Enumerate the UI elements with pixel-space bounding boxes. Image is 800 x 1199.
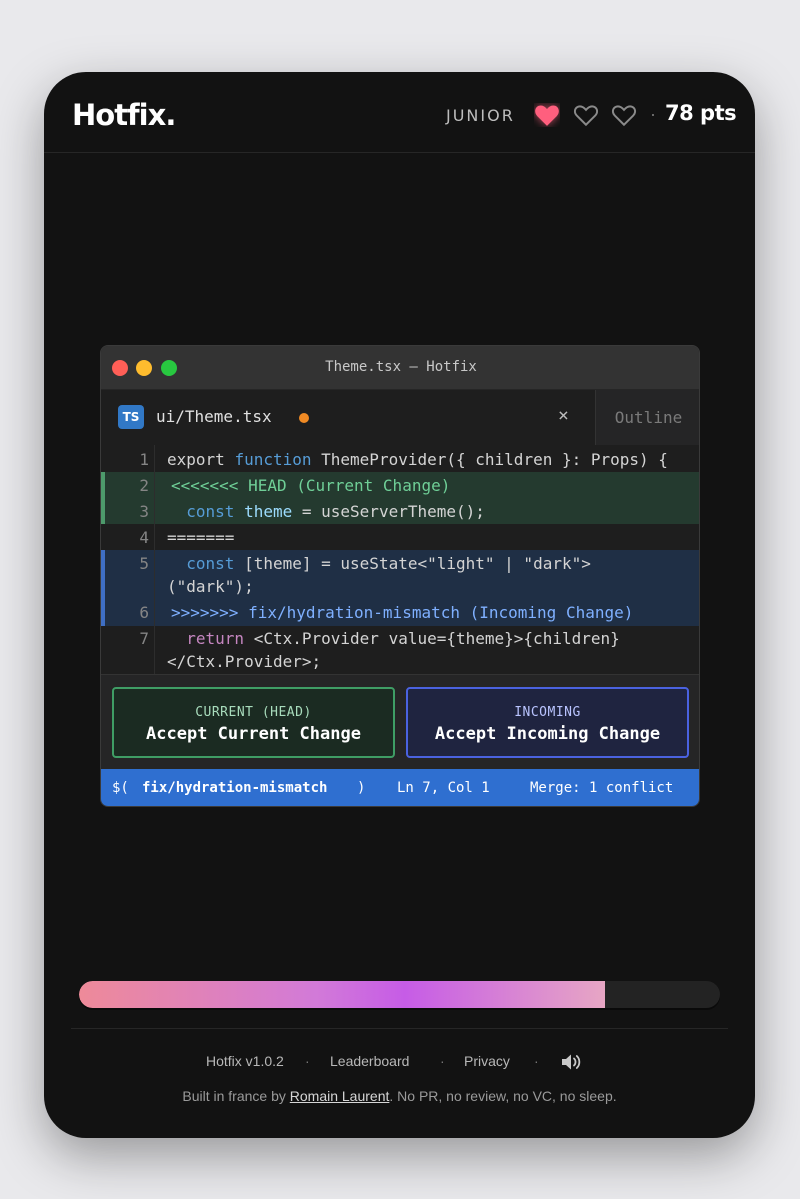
tab-theme-tsx[interactable]: TS ui/Theme.tsx × [101,390,595,445]
close-icon[interactable]: × [558,405,569,426]
tab-outline[interactable]: Outline [595,390,699,445]
code-text: return <Ctx.Provider value={theme}>{chil… [167,629,620,648]
line-number: 3 [139,502,149,521]
progress-fill [79,981,605,1008]
app-frame: Hotfix. JUNIOR · 78 pts Theme.tsx — Hotf… [44,72,755,1138]
status-bar: $( fix/hydration-mismatch ) Ln 7, Col 1 … [101,769,699,806]
code-token: ({ children }: Props) { [446,450,668,469]
code-token: </Ctx.Provider>; [167,652,322,671]
code-text: export function ThemeProvider({ children… [167,450,668,469]
line-number: 5 [139,554,149,573]
code-token: [theme] [244,554,312,573]
code-token: return [167,629,254,648]
heart-empty-icon [611,105,637,127]
merge-status[interactable]: Merge: 1 conflict [530,780,673,796]
current-head-label: CURRENT (HEAD) [195,705,312,720]
footer-links: Hotfix v1.0.2 · Leaderboard · Privacy · [44,1053,755,1073]
code-text: ======= [167,528,234,547]
code-editor[interactable]: 1 export function ThemeProvider({ childre… [101,445,699,674]
incoming-label: INCOMING [514,705,581,720]
code-token: = [292,502,322,521]
code-token: function [234,450,322,469]
code-token: = [311,554,341,573]
conflict-actions: CURRENT (HEAD) Accept Current Change INC… [101,674,699,769]
window-title: Theme.tsx — Hotfix [325,359,477,375]
line-number: 6 [139,603,149,622]
credit-suffix: . No PR, no review, no VC, no sleep. [389,1088,617,1104]
code-text: </Ctx.Provider>; [167,652,321,671]
code-token: const [167,554,245,573]
footer-separator: · [534,1053,539,1069]
code-token: ======= [167,528,235,547]
code-token: <<<<<<< HEAD (Current Change) [171,476,451,495]
typescript-icon: TS [118,405,144,429]
footer-separator: · [305,1053,310,1069]
version-label: Hotfix v1.0.2 [206,1053,284,1069]
code-text: ("dark"); [167,577,254,596]
heart-filled-icon [535,105,559,126]
code-text: const theme = useServerTheme(); [167,502,485,521]
accept-incoming-change-button[interactable]: INCOMING Accept Incoming Change [406,687,689,758]
tab-bar: TS ui/Theme.tsx × Outline [101,390,699,445]
level-label: JUNIOR [446,106,515,125]
logo: Hotfix. [72,98,176,132]
code-token: theme [244,502,293,521]
line-number: 2 [139,476,149,495]
accept-current-change-button[interactable]: CURRENT (HEAD) Accept Current Change [112,687,395,758]
code-token: export [167,450,235,469]
code-token: ("dark"); [167,577,254,596]
author-link[interactable]: Romain Laurent [290,1088,390,1104]
line-number: 1 [139,450,149,469]
line-number: 7 [139,629,149,648]
branch-suffix: ) [357,780,366,796]
code-token: ThemeProvider [321,450,447,469]
credit-line: Built in france by Romain Laurent. No PR… [44,1088,755,1104]
code-text: const [theme] = useState<"light" | "dark… [167,554,591,573]
tab-label: ui/Theme.tsx [156,407,272,426]
progress-bar [79,981,720,1008]
points-counter: 78 pts [665,101,737,125]
code-text: >>>>>>> fix/hydration-mismatch (Incoming… [171,603,633,622]
unsaved-dot-icon [299,413,309,423]
branch-name[interactable]: fix/hydration-mismatch [142,780,327,796]
speaker-icon[interactable] [560,1052,582,1072]
credit-prefix: Built in france by [182,1088,290,1104]
code-text: <<<<<<< HEAD (Current Change) [171,476,450,495]
gutter-divider [154,445,155,674]
accept-incoming-label: Accept Incoming Change [434,724,661,744]
code-token: >>>>>>> fix/hydration-mismatch (Incoming… [171,603,634,622]
separator: · [650,104,656,124]
footer-separator: · [440,1053,445,1069]
footer-divider [71,1028,728,1029]
branch-prefix: $( [112,780,129,796]
header: Hotfix. JUNIOR · 78 pts [44,72,755,153]
code-token: useServerTheme [321,502,456,521]
line-number: 4 [139,528,149,547]
code-token: useState<"light" | "dark"> [340,554,591,573]
title-bar: Theme.tsx — Hotfix [101,346,699,390]
code-token: const [167,502,245,521]
leaderboard-link[interactable]: Leaderboard [330,1053,409,1069]
code-token: (); [456,502,485,521]
heart-empty-icon [573,105,599,127]
cursor-position[interactable]: Ln 7, Col 1 [397,780,490,796]
code-token: <Ctx.Provider value={theme}>{children} [253,629,620,648]
editor-window: Theme.tsx — Hotfix TS ui/Theme.tsx × Out… [100,345,700,807]
privacy-link[interactable]: Privacy [464,1053,510,1069]
accept-current-label: Accept Current Change [146,724,361,744]
